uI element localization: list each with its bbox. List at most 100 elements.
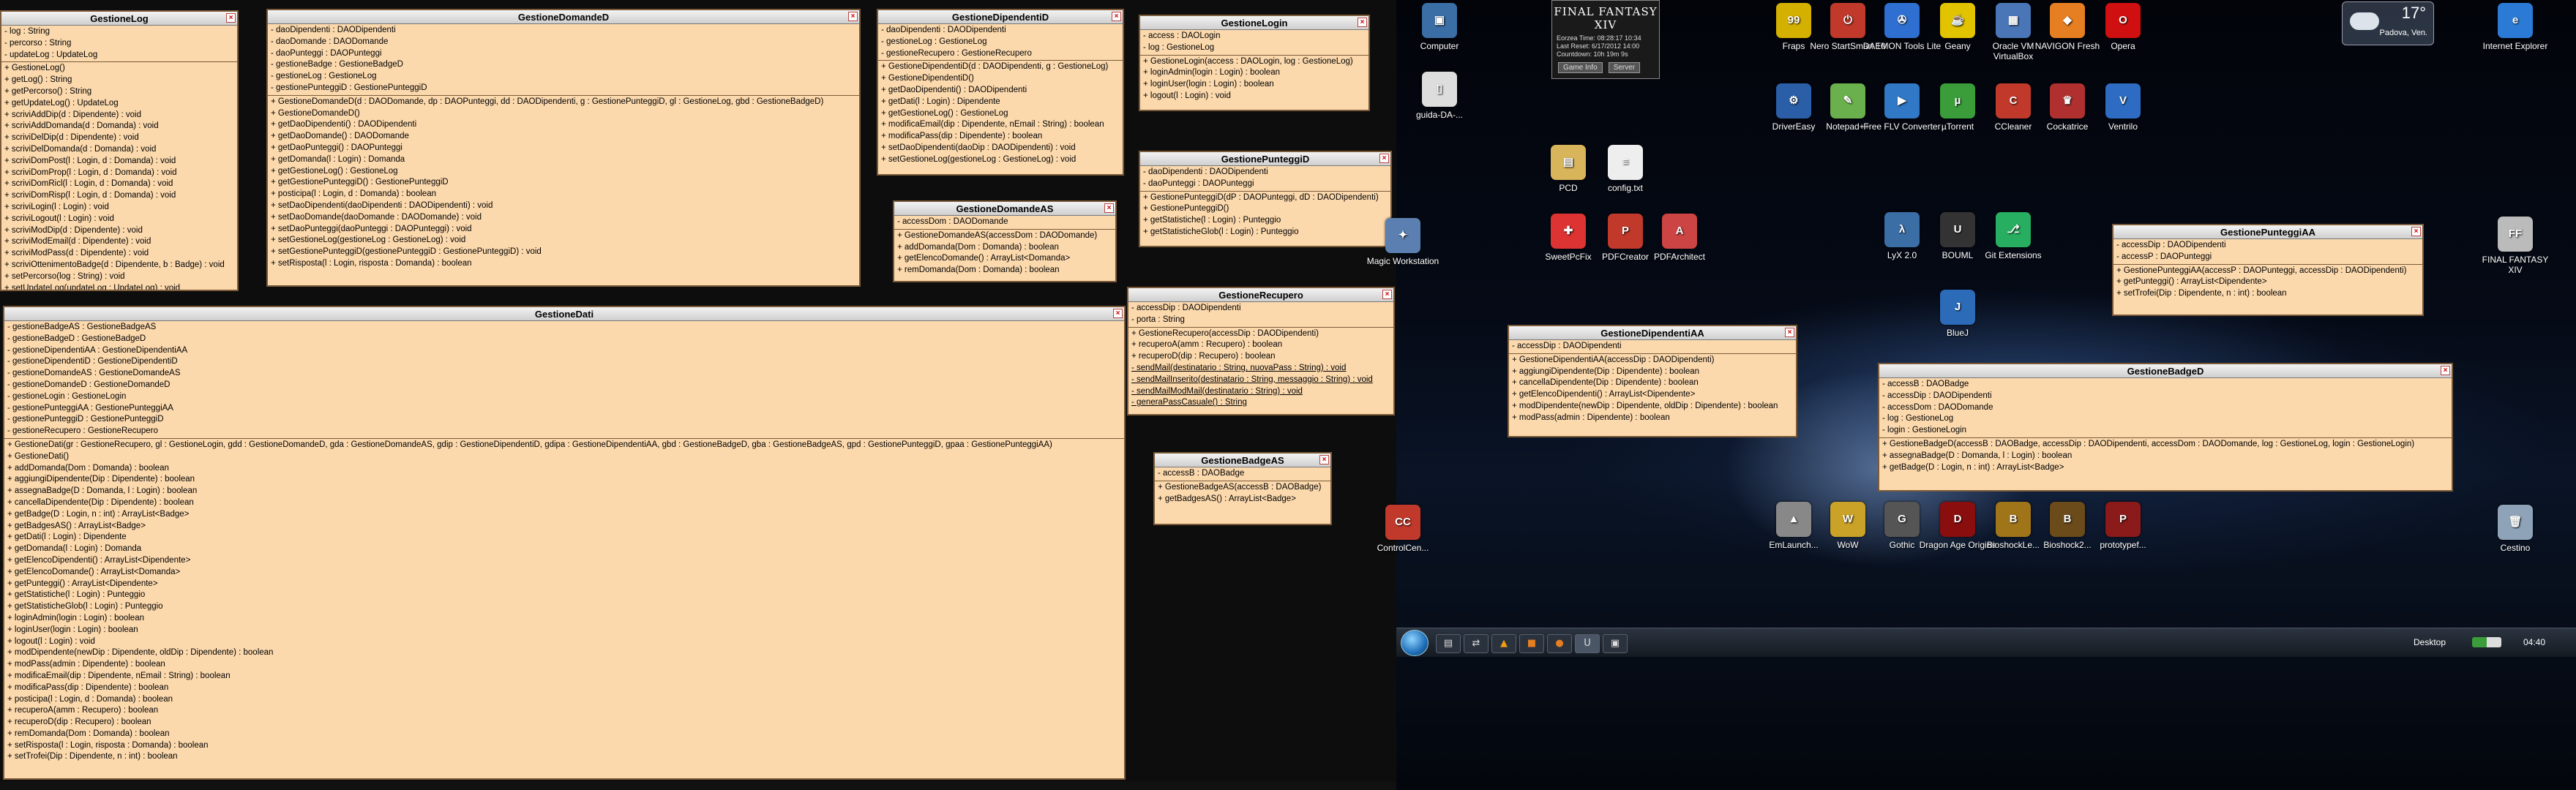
- class-attribute[interactable]: - log : GestioneLog: [1882, 413, 2449, 425]
- class-operation[interactable]: + loginUser(login : Login) : boolean: [7, 625, 1121, 636]
- close-icon[interactable]: ×: [226, 13, 236, 23]
- class-attribute[interactable]: - updateLog : UpdateLog: [4, 50, 234, 61]
- class-operation[interactable]: + posticipa(l : Login, d : Domanda) : bo…: [7, 694, 1121, 706]
- class-operation[interactable]: + GestioneLogin(access : DAOLogin, log :…: [1143, 56, 1366, 68]
- class-attribute[interactable]: - log : String: [4, 26, 234, 38]
- class-operation[interactable]: + getDomanda(l : Login) : Domanda: [7, 543, 1121, 555]
- class-attribute[interactable]: - gestioneBadgeD : GestioneBadgeD: [7, 334, 1121, 345]
- class-operation[interactable]: + modificaPass(dip : Dipendente) : boole…: [881, 131, 1120, 143]
- class-operation[interactable]: + getDomanda(l : Login) : Domanda: [271, 154, 856, 166]
- desktop-icon-cestino[interactable]: 🗑 Cestino: [2475, 505, 2556, 553]
- class-operation[interactable]: + scriviLogout(l : Login) : void: [4, 214, 234, 225]
- class-operation[interactable]: - generaPassCasuale() : String: [1131, 397, 1390, 409]
- class-operation[interactable]: + scriviDelDip(d : Dipendente) : void: [4, 132, 234, 144]
- class-operation[interactable]: + scriviModEmail(d : Dipendente) : void: [4, 236, 234, 248]
- weather-gadget[interactable]: 17° Padova, Ven.: [2342, 1, 2434, 45]
- class-operation[interactable]: + GestionePunteggiAA(accessP : DAOPunteg…: [2116, 266, 2419, 277]
- class-operation[interactable]: - sendMail(destinatario : String, nuovaP…: [1131, 363, 1390, 375]
- class-attribute[interactable]: - gestioneLog : GestioneLog: [881, 37, 1120, 48]
- class-attribute[interactable]: - daoPunteggi : DAOPunteggi: [271, 48, 856, 60]
- class-attribute[interactable]: - accessDom : DAODomande: [897, 217, 1112, 228]
- class-operation[interactable]: + getPunteggi() : ArrayList<Dipendente>: [7, 579, 1121, 590]
- desktop-icon-config-txt[interactable]: ≡ config.txt: [1585, 145, 1666, 193]
- final-fantasy-gadget[interactable]: FINAL FANTASY XIV Eorzea Time: 08:28:17 …: [1551, 0, 1660, 79]
- class-operation[interactable]: + GestioneDomandeAS(accessDom : DAODoman…: [897, 230, 1112, 242]
- class-attribute[interactable]: - gestioneRecupero : GestioneRecupero: [7, 426, 1121, 437]
- class-operation[interactable]: + assegnaBadge(D : Domanda, l : Login) :…: [7, 486, 1121, 497]
- class-operation[interactable]: + getBadge(D : Login, n : int) : ArrayLi…: [7, 509, 1121, 521]
- close-icon[interactable]: ×: [1379, 154, 1389, 163]
- class-attribute[interactable]: - log : GestioneLog: [1143, 42, 1366, 54]
- class-operation[interactable]: + remDomanda(Dom : Domanda) : boolean: [7, 729, 1121, 740]
- class-operation[interactable]: + logout(l : Login) : void: [1143, 91, 1366, 102]
- class-operation[interactable]: + modificaPass(dip : Dipendente) : boole…: [7, 682, 1121, 694]
- class-window-gestionerecupero[interactable]: GestioneRecupero × - accessDip : DAODipend…: [1127, 287, 1395, 415]
- class-operation[interactable]: + getElencoDipendenti() : ArrayList<Dipe…: [7, 555, 1121, 567]
- class-attribute[interactable]: - daoPunteggi : DAOPunteggi: [1143, 178, 1388, 190]
- class-operation[interactable]: + setPercorso(log : String) : void: [4, 271, 234, 283]
- close-icon[interactable]: ×: [1319, 455, 1329, 464]
- class-operation[interactable]: + getDati(l : Login) : Dipendente: [7, 532, 1121, 543]
- class-operation[interactable]: + remDomanda(Dom : Domanda) : boolean: [897, 265, 1112, 276]
- window-title[interactable]: GestioneRecupero: [1128, 288, 1393, 302]
- class-operation[interactable]: + setRisposta(l : Login, risposta : Doma…: [271, 258, 856, 270]
- close-icon[interactable]: ×: [848, 12, 858, 21]
- class-operation[interactable]: - sendMailModMail(destinatario : String)…: [1131, 386, 1390, 398]
- ff-game-info-button[interactable]: Game Info: [1558, 62, 1603, 73]
- taskbar-clock[interactable]: 04:40: [2523, 637, 2545, 647]
- class-operation[interactable]: + addDomanda(Dom : Domanda) : boolean: [7, 463, 1121, 475]
- class-attribute[interactable]: - accessB : DAOBadge: [1882, 379, 2449, 391]
- class-operation[interactable]: + scriviAddDomanda(d : Domanda) : void: [4, 121, 234, 132]
- class-operation[interactable]: + scriviDomPost(l : Login, d : Domanda) …: [4, 156, 234, 168]
- window-title[interactable]: GestioneBadgeD: [1879, 364, 2452, 378]
- class-window-gestionedomandeas[interactable]: GestioneDomandeAS × - accessDom : DAODoman…: [893, 200, 1117, 282]
- class-attribute[interactable]: - accessDip : DAODipendenti: [2116, 240, 2419, 252]
- class-operation[interactable]: + modificaEmail(dip : Dipendente, nEmail…: [881, 119, 1120, 131]
- desktop-icon-final-fantasy-xiv[interactable]: FF FINAL FANTASY XIV: [2475, 217, 2556, 275]
- class-operation[interactable]: + scriviModDip(d : Dipendente) : void: [4, 225, 234, 237]
- class-operation[interactable]: + getGestioneLog() : GestioneLog: [271, 166, 856, 178]
- class-operation[interactable]: + cancellaDipendente(Dip : Dipendente) :…: [1512, 377, 1793, 389]
- class-operation[interactable]: + getDaoDomande() : DAODomande: [271, 131, 856, 143]
- close-icon[interactable]: ×: [1104, 203, 1114, 213]
- window-title[interactable]: GestioneLogin: [1140, 16, 1368, 30]
- class-operation[interactable]: + setDaoDipendenti(daoDip : DAODipendent…: [881, 143, 1120, 154]
- class-attribute[interactable]: - login : GestioneLogin: [1882, 425, 2449, 437]
- class-attribute[interactable]: - accessDom : DAODomande: [1882, 402, 2449, 414]
- class-operation[interactable]: + GestioneDomandeD(): [271, 108, 856, 120]
- desktop-label[interactable]: Desktop: [2414, 637, 2446, 647]
- class-operation[interactable]: + assegnaBadge(D : Domanda, l : Login) :…: [1882, 451, 2449, 462]
- class-attribute[interactable]: - percorso : String: [4, 38, 234, 50]
- class-operation[interactable]: + scriviDomProp(l : Login, d : Domanda) …: [4, 168, 234, 179]
- class-operation[interactable]: + loginUser(login : Login) : boolean: [1143, 79, 1366, 91]
- class-operation[interactable]: + modDipendente(newDip : Dipendente, old…: [1512, 401, 1793, 413]
- class-operation[interactable]: + GestioneDati(gr : GestioneRecupero, gl…: [7, 440, 1121, 451]
- class-operation[interactable]: + getLog() : String: [4, 75, 234, 86]
- class-operation[interactable]: + getDaoPunteggi() : DAOPunteggi: [271, 143, 856, 154]
- class-operation[interactable]: + getDaoDipendenti() : DAODipendenti: [881, 85, 1120, 97]
- class-operation[interactable]: + GestioneBadgeD(accessB : DAOBadge, acc…: [1882, 439, 2449, 451]
- window-title[interactable]: GestioneDipendentiD: [878, 10, 1123, 24]
- vlc-taskbar-button[interactable]: ▲: [1491, 634, 1516, 653]
- class-operation[interactable]: + GestionePunteggiD(dP : DAOPunteggi, dD…: [1143, 192, 1388, 204]
- window-title[interactable]: GestioneLog: [1, 12, 237, 26]
- app-taskbar-button[interactable]: ■: [1519, 634, 1544, 653]
- class-operation[interactable]: + setDaoDipendenti(daoDipendenti : DAODi…: [271, 200, 856, 212]
- class-operation[interactable]: + getStatisticheGlob(l : Login) : Punteg…: [1143, 227, 1388, 238]
- desktop-icon-prototypef[interactable]: Pprototypef...: [2083, 502, 2163, 550]
- class-operation[interactable]: + GestioneDomandeD(d : DAODomande, dp : …: [271, 97, 856, 108]
- class-operation[interactable]: - sendMailInserito(destinatario : String…: [1131, 375, 1390, 386]
- class-operation[interactable]: + getBadge(D : Login, n : int) : ArrayLi…: [1882, 462, 2449, 474]
- class-window-gestionelog[interactable]: GestioneLog × - log : String - percorso : S…: [0, 10, 239, 291]
- class-operation[interactable]: + getBadgesAS() : ArrayList<Badge>: [7, 521, 1121, 533]
- class-attribute[interactable]: - accessP : DAOPunteggi: [2116, 252, 2419, 263]
- class-attribute[interactable]: - daoDipendenti : DAODipendenti: [271, 25, 856, 37]
- class-operation[interactable]: + addDomanda(Dom : Domanda) : boolean: [897, 242, 1112, 254]
- class-operation[interactable]: + GestioneDipendentiD(d : DAODipendenti,…: [881, 61, 1120, 73]
- close-icon[interactable]: ×: [1382, 290, 1392, 299]
- class-attribute[interactable]: - gestioneDipendentiAA : GestioneDipende…: [7, 345, 1121, 357]
- class-operation[interactable]: + aggiungiDipendente(Dip : Dipendente) :…: [7, 474, 1121, 486]
- class-window-gestionebadged[interactable]: GestioneBadgeD × - accessB : DAOBadge - acc…: [1878, 363, 2453, 492]
- class-operation[interactable]: + GestionePunteggiD(): [1143, 203, 1388, 215]
- desktop-icon-opera[interactable]: O Opera: [2083, 3, 2163, 51]
